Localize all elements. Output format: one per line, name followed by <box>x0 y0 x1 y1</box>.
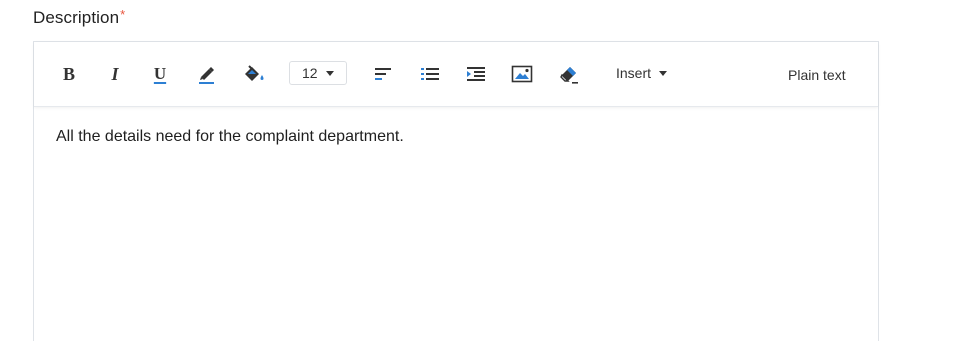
chevron-down-icon <box>659 70 668 76</box>
description-label: Description* <box>33 7 126 28</box>
insert-label: Insert <box>616 65 652 81</box>
align-left-button[interactable] <box>374 62 392 86</box>
clear-formatting-button[interactable] <box>557 62 581 86</box>
insert-dropdown[interactable]: Insert <box>616 61 668 85</box>
bulleted-list-icon <box>420 66 440 82</box>
plain-text-label: Plain text <box>788 67 846 83</box>
align-left-icon <box>374 66 392 82</box>
rich-text-editor: B I U 12 Insert Plain text All the detai… <box>33 41 879 341</box>
underline-button[interactable]: U <box>151 62 169 86</box>
font-size-value: 12 <box>302 65 318 81</box>
text-color-button[interactable] <box>197 62 217 86</box>
indent-icon <box>466 66 486 82</box>
font-size-dropdown[interactable]: 12 <box>289 61 347 85</box>
editor-content[interactable]: All the details need for the complaint d… <box>56 128 856 146</box>
underline-icon: U <box>153 64 167 83</box>
plain-text-toggle[interactable]: Plain text <box>788 61 846 89</box>
bold-icon: B <box>62 63 75 84</box>
italic-button[interactable]: I <box>106 62 124 86</box>
bulleted-list-button[interactable] <box>420 62 440 86</box>
indent-button[interactable] <box>466 62 486 86</box>
text-color-icon <box>197 63 217 85</box>
italic-icon: I <box>111 63 119 84</box>
bold-button[interactable]: B <box>60 62 78 86</box>
insert-image-button[interactable] <box>511 62 533 86</box>
description-label-text: Description <box>33 8 120 27</box>
editor-toolbar: B I U 12 Insert Plain text <box>34 42 878 107</box>
highlight-color-icon <box>242 63 266 85</box>
image-icon <box>511 65 533 83</box>
clear-formatting-icon <box>557 63 581 85</box>
required-star: * <box>120 7 126 22</box>
chevron-down-icon <box>325 70 334 76</box>
highlight-color-button[interactable] <box>242 62 266 86</box>
